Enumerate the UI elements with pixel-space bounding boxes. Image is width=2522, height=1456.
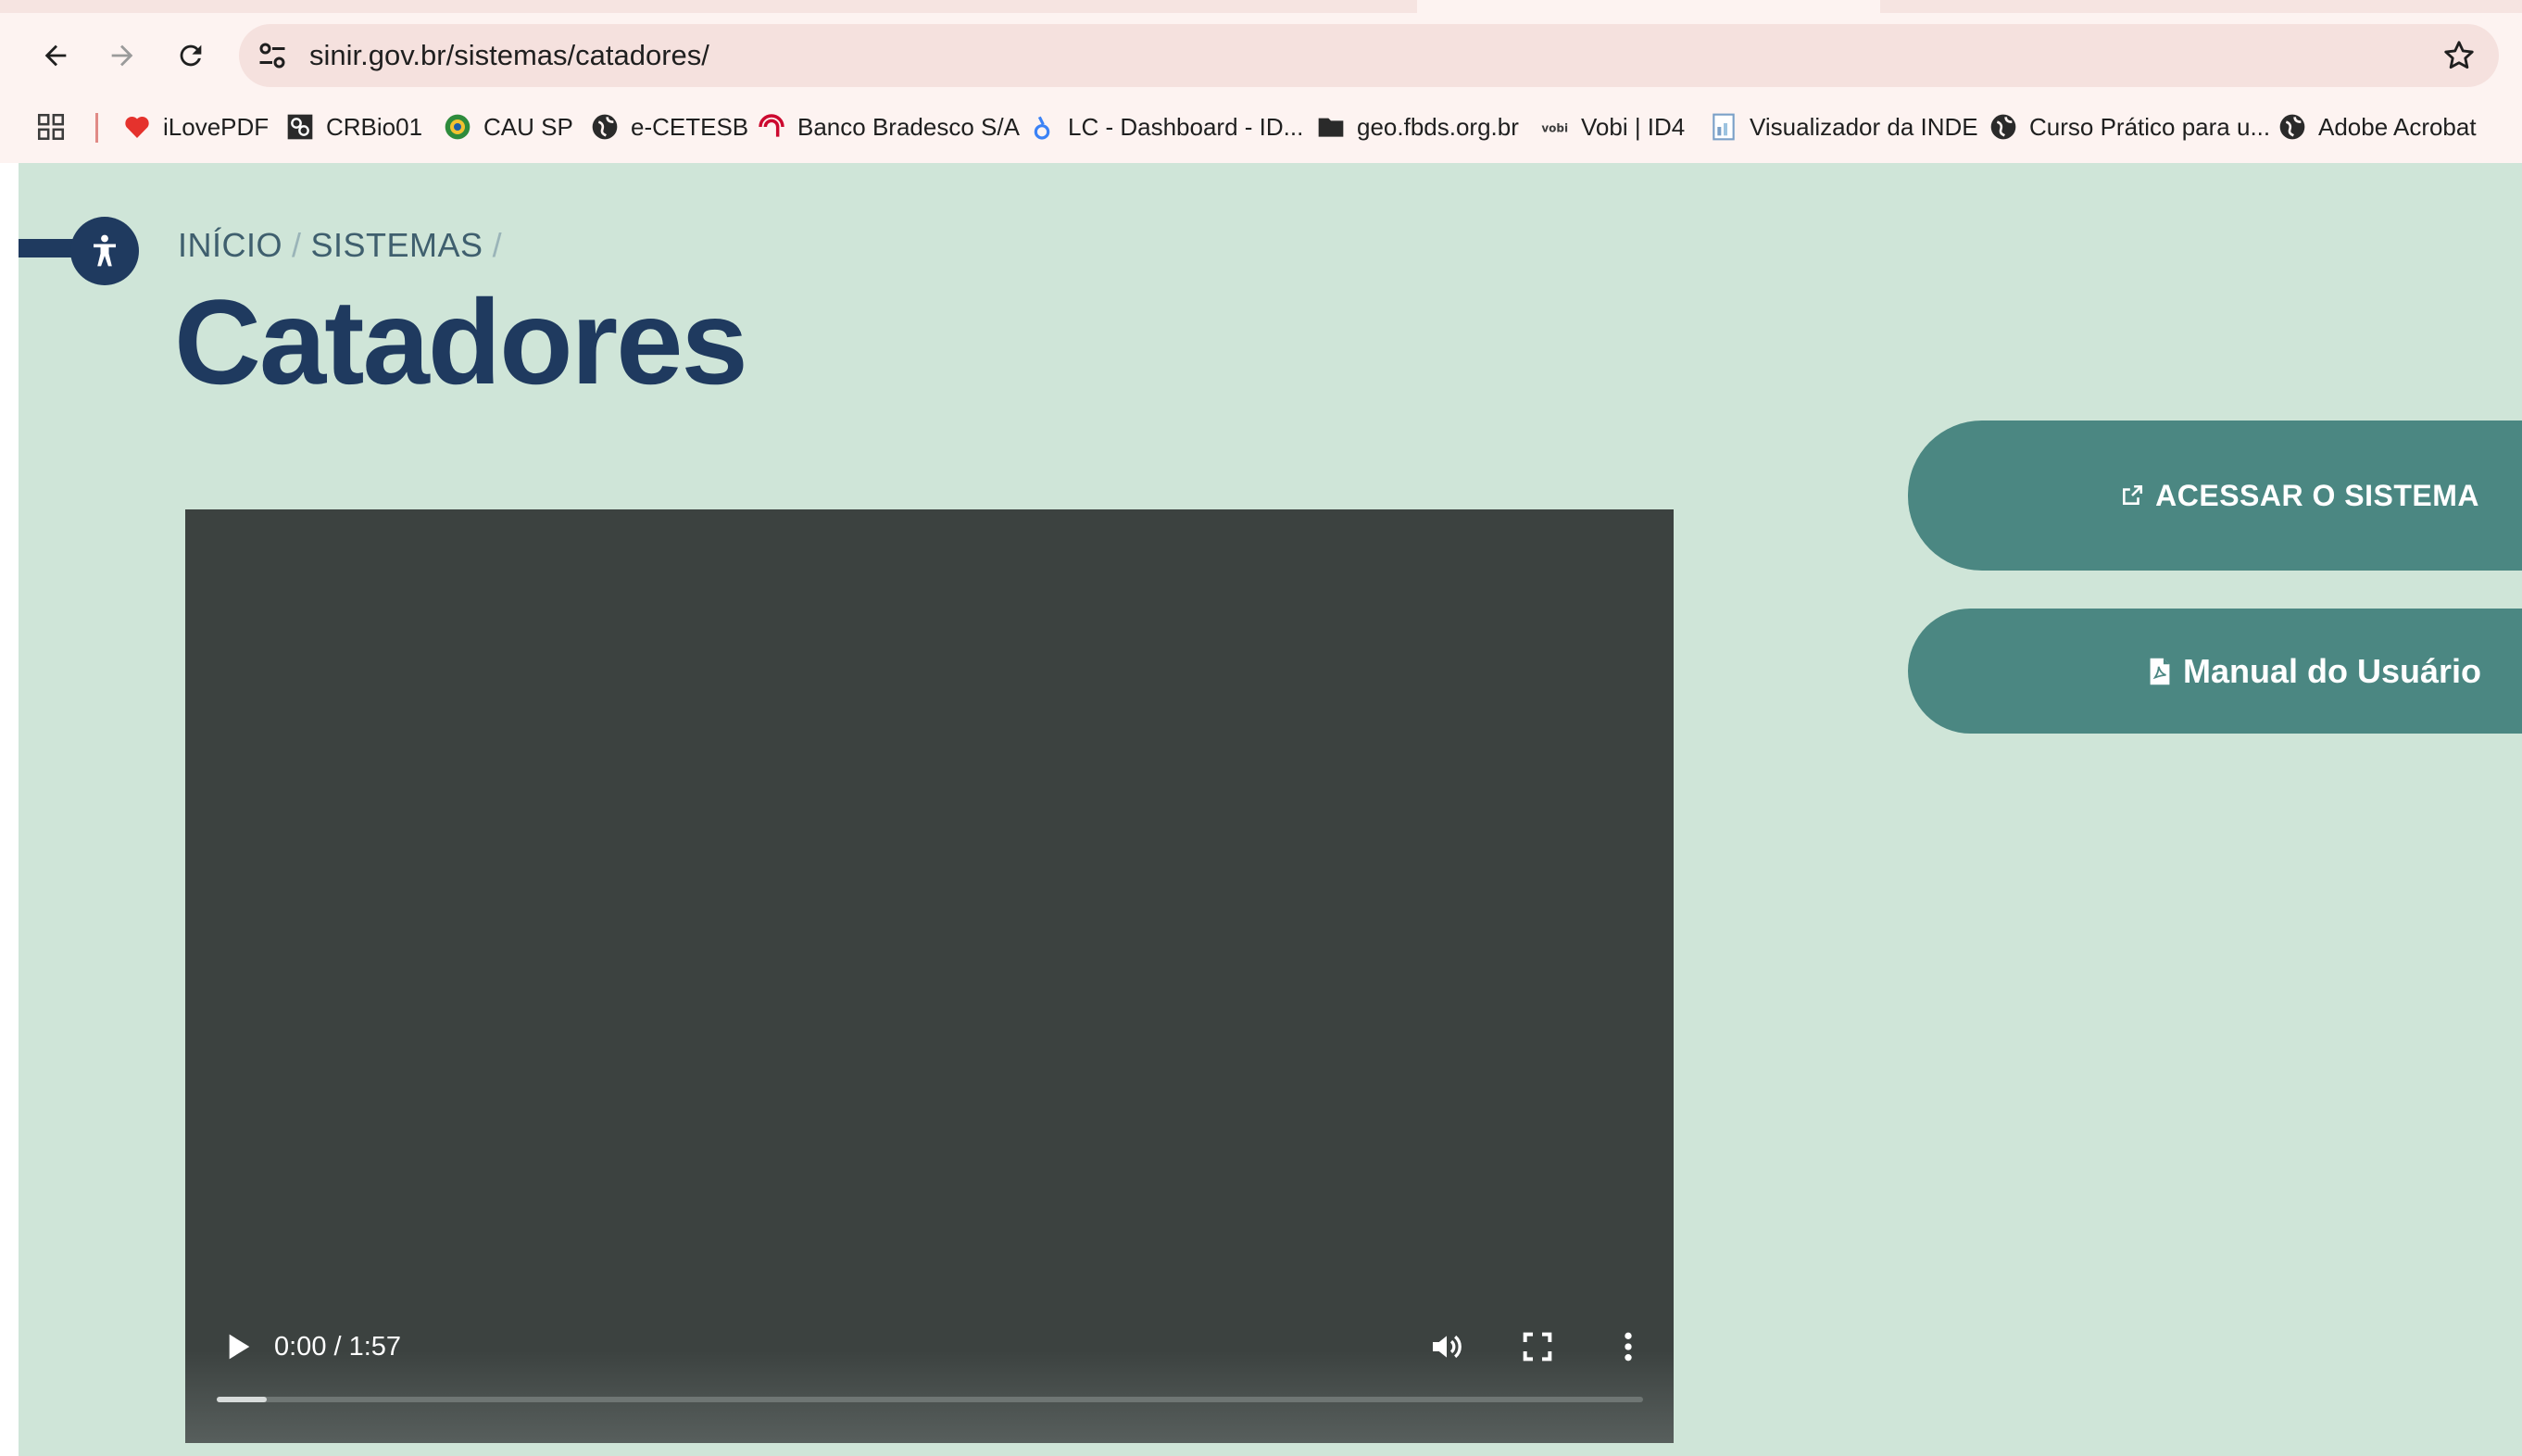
globe-icon (2277, 112, 2307, 142)
browser-chrome: sinir.gov.br/sistemas/catadores/ iLovePD… (0, 0, 2522, 163)
bookmark-label: Visualizador da INDE (1750, 112, 1978, 141)
bookmark-crbio01[interactable]: CRBio01 (285, 104, 422, 150)
page-content: INÍCIO / SISTEMAS / Catadores 0:00 / 1:57 A… (19, 163, 2522, 1456)
video-progress-fill (217, 1397, 267, 1402)
heart-icon (122, 112, 152, 142)
viewport-left-edge (0, 163, 19, 1456)
breadcrumb-home-link[interactable]: INÍCIO (178, 226, 282, 264)
user-manual-button[interactable]: Manual do Usuário (1908, 609, 2522, 734)
accessibility-person-icon (94, 234, 116, 267)
bookmark-curso-pratico[interactable]: Curso Prático para u... (1989, 104, 2270, 150)
forward-button[interactable] (98, 31, 146, 80)
bookmark-label: LC - Dashboard - ID... (1068, 112, 1304, 141)
bookmark-ilovepdf[interactable]: iLovePDF (122, 104, 269, 150)
bookmark-visualizador-inde[interactable]: Visualizador da INDE (1709, 104, 1978, 150)
video-time: 0:00 / 1:57 (274, 1332, 402, 1362)
bookmark-lc-dashboard[interactable]: LC - Dashboard - ID... (1027, 104, 1303, 150)
drop-icon (1027, 112, 1057, 142)
bookmark-label: Vobi | ID4 (1581, 112, 1686, 141)
svg-text:vobi: vobi (1541, 121, 1568, 134)
bookmarks-bar: iLovePDF CRBio01 CAU SP e-CETESB Banco B… (0, 104, 2522, 150)
breadcrumb-sistemas-link[interactable]: SISTEMAS (311, 226, 483, 264)
globe-icon (590, 112, 620, 142)
back-button[interactable] (31, 31, 80, 80)
address-bar[interactable]: sinir.gov.br/sistemas/catadores/ (239, 24, 2499, 87)
apps-grid-icon[interactable] (35, 111, 67, 143)
active-tab[interactable] (1417, 0, 1880, 13)
globe-seal-icon (443, 112, 472, 142)
document-icon (1709, 112, 1738, 142)
more-options-icon[interactable] (1610, 1328, 1647, 1365)
tab-strip (0, 0, 2522, 13)
fullscreen-icon[interactable] (1519, 1328, 1556, 1365)
bookmark-e-cetesb[interactable]: e-CETESB (590, 104, 748, 150)
video-player[interactable]: 0:00 / 1:57 (185, 509, 1674, 1443)
bookmark-label: e-CETESB (631, 112, 749, 141)
bookmark-geo-fbds[interactable]: geo.fbds.org.br (1316, 104, 1519, 150)
bookmark-adobe-acrobat[interactable]: Adobe Acrobat (2277, 104, 2477, 150)
bookmarks-separator (95, 113, 98, 143)
bookmark-label: geo.fbds.org.br (1357, 112, 1519, 141)
access-system-button[interactable]: ACESSAR O SISTEMA (1908, 420, 2522, 571)
bookmark-banco-bradesco[interactable]: Banco Bradesco S/A (757, 104, 1020, 150)
vobi-icon: vobi (1540, 112, 1570, 142)
bookmark-label: iLovePDF (163, 112, 270, 141)
breadcrumb-separator: / (292, 226, 302, 264)
bookmark-label: CAU SP (483, 112, 573, 141)
crbio-icon (285, 112, 315, 142)
bookmark-cau-sp[interactable]: CAU SP (443, 104, 573, 150)
accessibility-button[interactable] (70, 217, 139, 285)
reload-button[interactable] (167, 31, 215, 80)
page-title: Catadores (174, 274, 748, 409)
bradesco-icon (757, 112, 786, 142)
site-settings-icon[interactable] (256, 39, 289, 72)
globe-icon (1989, 112, 2018, 142)
user-manual-label: Manual do Usuário (2182, 651, 2481, 690)
reload-icon (180, 44, 202, 67)
arrow-left-icon (44, 44, 67, 67)
bookmark-label: Banco Bradesco S/A (797, 112, 1020, 141)
external-link-icon (2123, 484, 2143, 505)
bookmark-vobi[interactable]: vobi Vobi | ID4 (1540, 104, 1685, 150)
bookmark-label: Curso Prático para u... (2029, 112, 2271, 141)
volume-icon[interactable] (1428, 1328, 1465, 1365)
access-system-label: ACESSAR O SISTEMA (2155, 478, 2479, 512)
pdf-file-icon (2150, 658, 2170, 684)
url-text[interactable]: sinir.gov.br/sistemas/catadores/ (309, 24, 709, 87)
breadcrumb-separator: / (492, 226, 503, 264)
bookmark-star-icon[interactable] (2441, 38, 2477, 73)
bookmark-label: CRBio01 (326, 112, 423, 141)
play-icon[interactable] (219, 1328, 256, 1365)
bookmark-label: Adobe Acrobat (2318, 112, 2477, 141)
folder-icon (1316, 112, 1346, 142)
video-progress-bar[interactable] (217, 1397, 1643, 1402)
breadcrumb: INÍCIO / SISTEMAS / (178, 226, 511, 265)
arrow-right-icon (111, 44, 133, 67)
